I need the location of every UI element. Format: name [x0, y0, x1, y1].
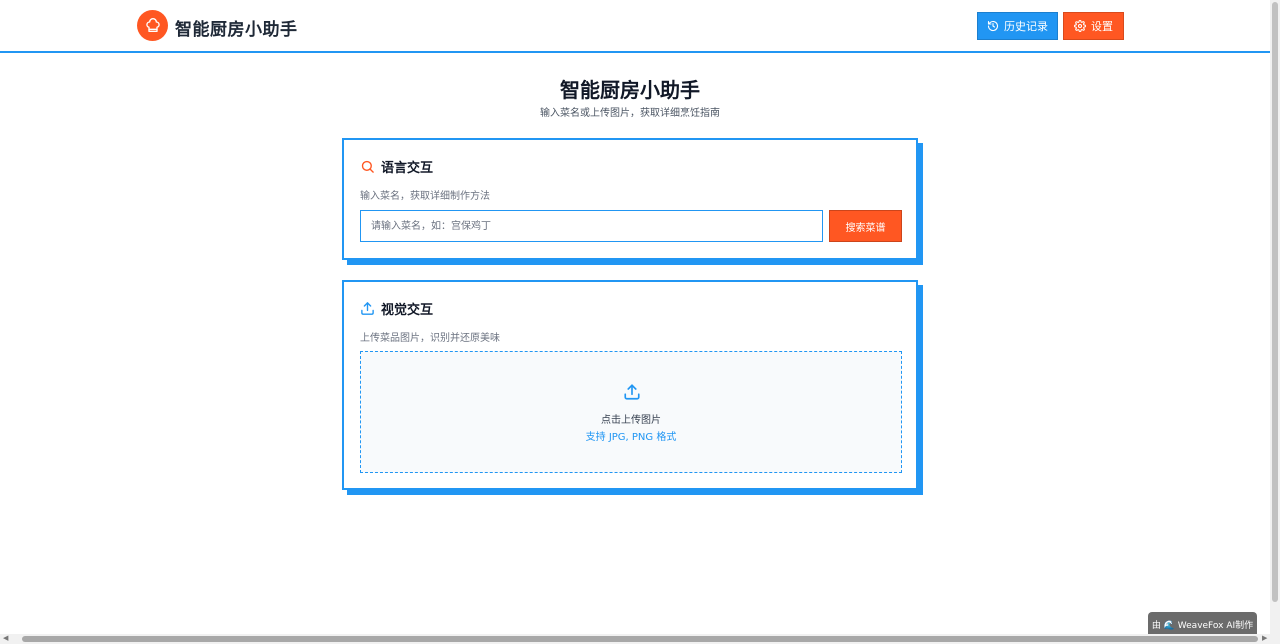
image-upload-dropzone[interactable]: 点击上传图片 支持 JPG, PNG 格式 — [360, 351, 902, 473]
scroll-right-arrow-icon[interactable]: ▶ — [1262, 634, 1267, 642]
upload-icon — [361, 302, 374, 315]
page-subtitle: 输入菜名或上传图片，获取详细烹饪指南 — [540, 108, 720, 119]
visual-card-description: 上传菜品图片，识别并还原美味 — [360, 333, 500, 344]
search-recipe-button[interactable]: 搜索菜谱 — [829, 210, 902, 242]
visual-card-title: 视觉交互 — [381, 303, 434, 318]
history-button-label: 历史记录 — [1004, 20, 1048, 33]
search-icon — [361, 160, 374, 173]
voice-interaction-card: 语言交互 输入菜名，获取详细制作方法 搜索菜谱 — [342, 138, 918, 260]
history-icon — [987, 20, 999, 32]
chef-hat-icon — [137, 10, 168, 41]
history-button[interactable]: 历史记录 — [977, 12, 1058, 40]
settings-button-label: 设置 — [1091, 20, 1113, 33]
settings-button[interactable]: 设置 — [1063, 12, 1124, 40]
visual-card-header: 视觉交互 — [360, 299, 433, 318]
voice-card-description: 输入菜名，获取详细制作方法 — [360, 191, 490, 202]
upload-icon — [624, 384, 640, 400]
vertical-scrollbar[interactable] — [1270, 0, 1280, 634]
dish-search-input[interactable] — [360, 210, 823, 242]
top-header: 智能厨房小助手 历史记录 设置 — [0, 0, 1270, 53]
page-title: 智能厨房小助手 — [560, 78, 700, 102]
voice-card-header: 语言交互 — [360, 157, 433, 176]
voice-card-title: 语言交互 — [381, 161, 434, 176]
app-title: 智能厨房小助手 — [175, 20, 298, 40]
upload-label: 点击上传图片 — [601, 415, 661, 426]
vertical-scrollbar-thumb[interactable] — [1272, 2, 1278, 602]
visual-interaction-card: 视觉交互 上传菜品图片，识别并还原美味 点击上传图片 支持 JPG, PNG 格… — [342, 280, 918, 490]
horizontal-scrollbar[interactable]: ◀ ▶ — [0, 634, 1280, 644]
gear-icon — [1074, 20, 1086, 32]
upload-format-hint: 支持 JPG, PNG 格式 — [585, 432, 677, 443]
scroll-left-arrow-icon[interactable]: ◀ — [3, 634, 8, 642]
horizontal-scrollbar-thumb[interactable] — [22, 636, 1258, 642]
